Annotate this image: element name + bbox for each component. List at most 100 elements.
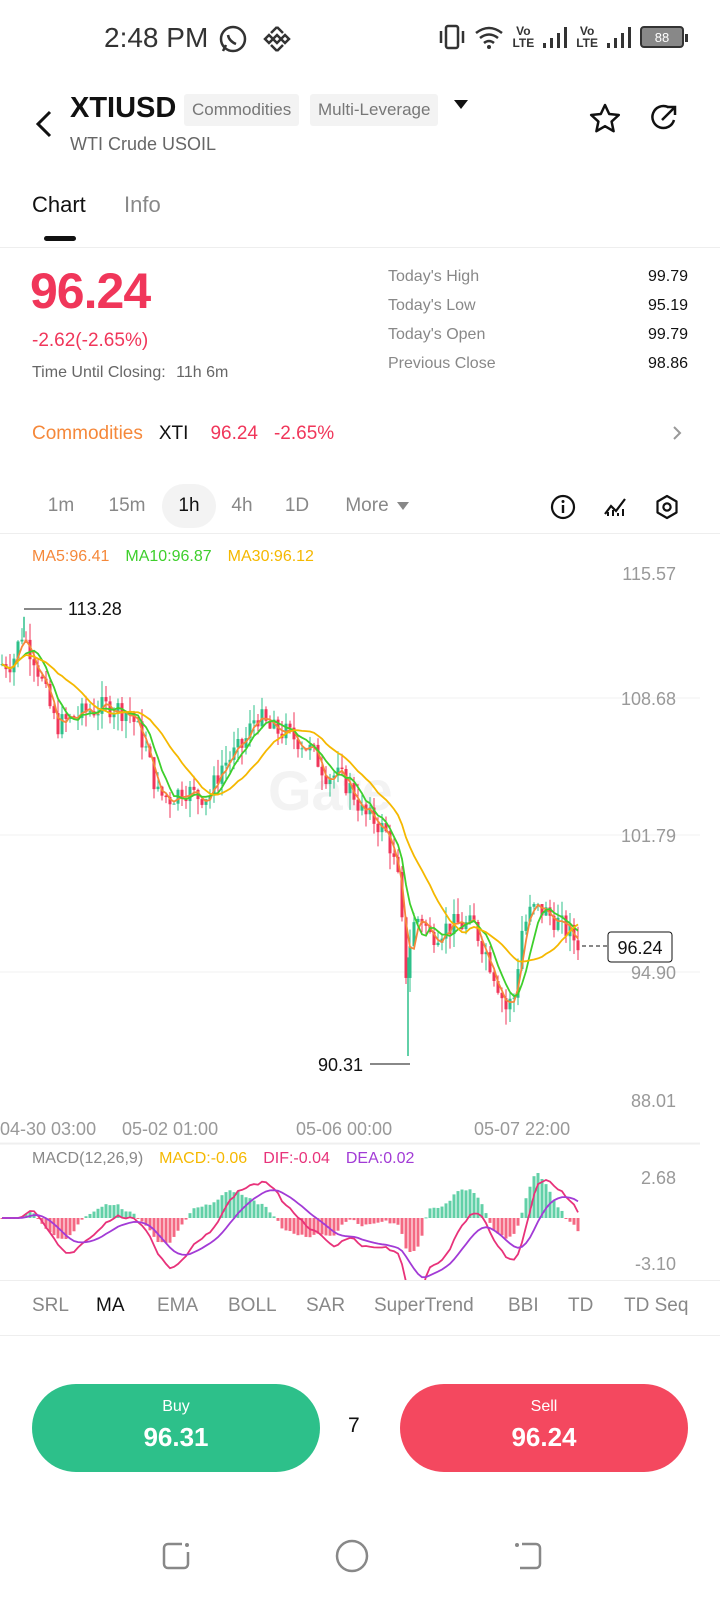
macd-histogram-bar: [172, 1218, 176, 1237]
tab-info[interactable]: Info: [124, 192, 161, 218]
macd-histogram-bar: [432, 1207, 436, 1218]
home-icon[interactable]: [334, 1538, 370, 1574]
related-price: 96.24: [210, 423, 258, 444]
stat-label: Today's High: [388, 268, 480, 285]
tab-chart[interactable]: Chart: [32, 192, 86, 218]
candle-body: [508, 998, 512, 1010]
macd-histogram-bar: [364, 1218, 368, 1225]
indicator-td[interactable]: TD: [568, 1295, 593, 1317]
macd-histogram-bar: [112, 1205, 116, 1218]
battery-icon: 88: [640, 26, 688, 48]
caret-down-icon[interactable]: [454, 100, 468, 109]
stat-value: 98.86: [647, 355, 688, 372]
indicator-supertrend[interactable]: SuperTrend: [374, 1295, 474, 1317]
share-icon[interactable]: [646, 102, 680, 136]
interval-more[interactable]: More: [334, 484, 420, 528]
macd-histogram-bar: [268, 1212, 272, 1218]
related-category: Commodities: [32, 423, 143, 444]
chevron-right-icon[interactable]: [670, 424, 684, 442]
macd-histogram-bar: [564, 1218, 568, 1219]
macd-panel: [0, 1173, 580, 1280]
indicator-chart-icon[interactable]: [602, 494, 628, 520]
macd-histogram-bar: [92, 1211, 96, 1218]
macd-histogram-bar: [452, 1194, 456, 1218]
interval-4h[interactable]: 4h: [220, 484, 264, 528]
macd-histogram-bar: [340, 1218, 344, 1225]
candle-body: [144, 746, 148, 748]
macd-histogram-bar: [228, 1190, 232, 1218]
indicator-ma[interactable]: MA: [96, 1295, 125, 1317]
macd-histogram-bar: [124, 1211, 128, 1218]
interval-1d[interactable]: 1D: [274, 484, 320, 528]
macd-histogram-bar: [544, 1184, 548, 1218]
stat-row: Today's Low 95.19: [388, 297, 688, 326]
macd-histogram-bar: [448, 1200, 452, 1218]
y-tick-label: 101.79: [621, 826, 676, 846]
indicator-ema[interactable]: EMA: [157, 1295, 198, 1317]
favorite-star-icon[interactable]: [588, 102, 622, 136]
price-chart[interactable]: Gate 115.57 108.68 101.79 94.90 88.01 04…: [0, 560, 720, 1280]
indicator-boll[interactable]: BOLL: [228, 1295, 277, 1317]
signal-icon-2: [607, 27, 631, 48]
macd-histogram-bar: [404, 1218, 408, 1249]
indicator-srl[interactable]: SRL: [32, 1295, 69, 1317]
macd-histogram-bar: [400, 1218, 404, 1234]
indicator-bbi[interactable]: BBI: [508, 1295, 539, 1317]
y-tick-label: 94.90: [631, 963, 676, 983]
interval-1h[interactable]: 1h: [162, 484, 216, 528]
macd-value: MACD:-0.06: [159, 1150, 248, 1167]
status-system-icons: Vo LTE Vo LTE 88: [438, 24, 688, 50]
back-button[interactable]: [30, 104, 60, 144]
back-nav-icon[interactable]: [510, 1538, 546, 1574]
macd-histogram-bar: [280, 1218, 284, 1229]
macd-histogram-bar: [552, 1200, 556, 1218]
spread-value: 7: [348, 1414, 360, 1437]
interval-1m[interactable]: 1m: [36, 484, 86, 528]
macd-histogram-bar: [164, 1218, 168, 1244]
macd-title: MACD(12,26,9): [32, 1150, 144, 1167]
settings-icon[interactable]: [654, 494, 680, 520]
candle-body: [300, 748, 304, 750]
macd-histogram-bar: [420, 1218, 424, 1236]
candle-body: [224, 762, 228, 766]
indicator-sar[interactable]: SAR: [306, 1295, 345, 1317]
indicator-td-seq[interactable]: TD Seq: [624, 1295, 688, 1317]
macd-histogram-bar: [264, 1206, 268, 1218]
info-icon[interactable]: [550, 494, 576, 520]
macd-histogram-bar: [440, 1206, 444, 1218]
macd-histogram-bar: [192, 1208, 196, 1218]
macd-histogram-bar: [376, 1218, 380, 1223]
macd-legend: MACD(12,26,9) MACD:-0.06 DIF:-0.04 DEA:0…: [32, 1150, 414, 1168]
more-label: More: [345, 495, 389, 516]
sell-button[interactable]: Sell 96.24: [400, 1384, 688, 1472]
candle-body: [40, 676, 44, 679]
related-market-row[interactable]: Commodities XTI 96.24 -2.65%: [32, 414, 688, 454]
closing-value: 11h 6m: [176, 364, 229, 381]
macd-histogram-bar: [408, 1218, 412, 1252]
macd-y-bottom: -3.10: [635, 1254, 676, 1274]
macd-histogram-bar: [372, 1218, 376, 1224]
last-price: 96.24: [30, 263, 151, 319]
interval-bar: 1m 15m 1h 4h 1D More: [0, 478, 720, 534]
macd-histogram-bar: [84, 1216, 88, 1218]
macd-histogram-bar: [88, 1213, 92, 1218]
candle-body: [344, 769, 348, 794]
macd-y-top: 2.68: [641, 1168, 676, 1188]
recent-apps-icon[interactable]: [158, 1538, 194, 1574]
macd-histogram-bar: [188, 1213, 192, 1218]
time-until-closing: Time Until Closing: 11h 6m: [32, 364, 228, 382]
macd-histogram-bar: [344, 1218, 348, 1222]
macd-histogram-bar: [212, 1202, 216, 1218]
stat-row: Today's High 99.79: [388, 268, 688, 297]
whatsapp-icon: [219, 25, 247, 53]
interval-15m[interactable]: 15m: [100, 484, 154, 528]
buy-button[interactable]: Buy 96.31: [32, 1384, 320, 1472]
last-price-label: 96.24: [617, 938, 662, 958]
macd-histogram-bar: [252, 1200, 256, 1218]
macd-histogram-bar: [80, 1218, 84, 1220]
y-tick-label: 88.01: [631, 1091, 676, 1111]
leverage-tag[interactable]: Multi-Leverage: [310, 94, 439, 126]
related-percent: -2.65%: [273, 423, 335, 444]
macd-histogram-bar: [352, 1218, 356, 1221]
candle-body: [88, 711, 92, 713]
